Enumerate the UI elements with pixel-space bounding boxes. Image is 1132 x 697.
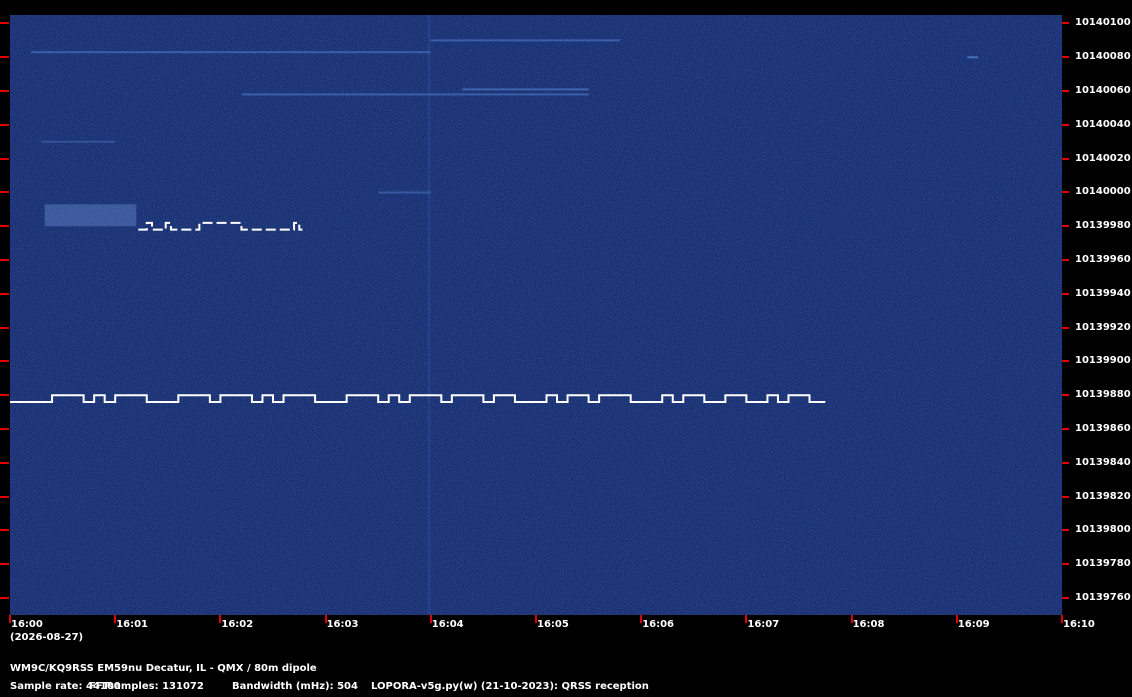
x-tick-label: 16:02: [221, 619, 254, 630]
y-tick-right: [1062, 360, 1069, 363]
qrss-grabber-image: 10140100 10140080 10140060 10140040 10140020…: [0, 0, 1132, 697]
y-tick-left: [0, 123, 9, 126]
bandwidth: Bandwidth (mHz): 504: [232, 681, 358, 692]
y-tick-left: [0, 529, 9, 532]
y-tick-right: [1062, 225, 1069, 228]
x-tick-label: 16:07: [747, 619, 780, 630]
fft-samples: FFTsamples: 131072: [89, 681, 204, 692]
x-tick-label: 16:09: [957, 619, 990, 630]
y-tick-label: 10140060: [1075, 85, 1131, 97]
y-tick-right: [1062, 597, 1069, 600]
y-tick-right: [1062, 123, 1069, 126]
y-tick-label: 10139920: [1075, 321, 1131, 333]
y-tick-left: [0, 90, 9, 93]
y-tick-right: [1062, 191, 1069, 194]
y-tick-left: [0, 326, 9, 329]
y-tick-label: 10140100: [1075, 17, 1131, 29]
y-tick-label: 10139940: [1075, 287, 1131, 299]
x-tick-label: 16:04: [431, 619, 464, 630]
y-tick-left: [0, 360, 9, 363]
y-tick-left: [0, 597, 9, 600]
faint-signal: [378, 191, 431, 194]
y-tick-left: [0, 259, 9, 262]
x-tick-label: 16:03: [326, 619, 359, 630]
y-tick-left: [0, 22, 9, 25]
faint-signal: [967, 56, 978, 59]
y-tick-left: [0, 428, 9, 431]
y-tick-label: 10139820: [1075, 490, 1131, 502]
y-tick-right: [1062, 56, 1069, 59]
faint-signal: [41, 140, 116, 143]
y-tick-right: [1062, 461, 1069, 464]
y-tick-right: [1062, 22, 1069, 25]
y-tick-right: [1062, 428, 1069, 431]
y-tick-label: 10139900: [1075, 355, 1131, 367]
y-tick-left: [0, 563, 9, 566]
y-tick-right: [1062, 90, 1069, 93]
y-tick-label: 10139780: [1075, 558, 1131, 570]
faint-signal: [241, 93, 589, 96]
y-tick-right: [1062, 495, 1069, 498]
y-tick-left: [0, 461, 9, 464]
y-tick-left: [0, 292, 9, 295]
y-tick-label: 10139800: [1075, 524, 1131, 536]
faint-id-text: [44, 204, 137, 227]
y-tick-left: [0, 191, 9, 194]
y-tick-left: [0, 157, 9, 160]
y-tick-label: 10140040: [1075, 118, 1131, 130]
faint-signal: [430, 39, 621, 42]
y-tick-left: [0, 56, 9, 59]
y-tick-left: [0, 495, 9, 498]
y-tick-label: 10139860: [1075, 423, 1131, 435]
y-tick-right: [1062, 259, 1069, 262]
y-tick-right: [1062, 563, 1069, 566]
x-tick-label: 16:08: [852, 619, 885, 630]
x-tick-label: 16:01: [116, 619, 149, 630]
y-tick-right: [1062, 529, 1069, 532]
y-tick-right: [1062, 292, 1069, 295]
x-tick-label: 16:05: [537, 619, 569, 630]
y-tick-label: 10140020: [1075, 152, 1131, 164]
y-tick-label: 10139760: [1075, 592, 1131, 604]
faint-signal: [31, 51, 431, 54]
y-tick-label: 10139980: [1075, 220, 1131, 232]
y-tick-right: [1062, 157, 1069, 160]
y-tick-right: [1062, 394, 1069, 397]
faint-signal: [462, 88, 589, 91]
x-tick-label: 16:06: [642, 619, 675, 630]
x-tick-label: 16:00: [11, 619, 43, 630]
y-tick-left: [0, 394, 9, 397]
waterfall-spectrogram: [10, 15, 1062, 615]
faint-vertical-stripe: [427, 15, 431, 615]
x-tick-label: 16:10: [1063, 619, 1095, 630]
y-tick-right: [1062, 326, 1069, 329]
y-tick-left: [0, 225, 9, 228]
station-info: WM9C/KQ9RSS EM59nu Decatur, IL - QMX / 8…: [10, 663, 317, 674]
y-tick-label: 10139840: [1075, 456, 1131, 468]
software-info: LOPORA-v5g.py(w) (21-10-2023): QRSS rece…: [371, 681, 649, 692]
y-tick-label: 10139960: [1075, 254, 1131, 266]
y-tick-label: 10139880: [1075, 389, 1131, 401]
y-tick-label: 10140000: [1075, 186, 1131, 198]
date-label: (2026-08-27): [10, 632, 84, 643]
y-tick-label: 10140080: [1075, 51, 1131, 63]
